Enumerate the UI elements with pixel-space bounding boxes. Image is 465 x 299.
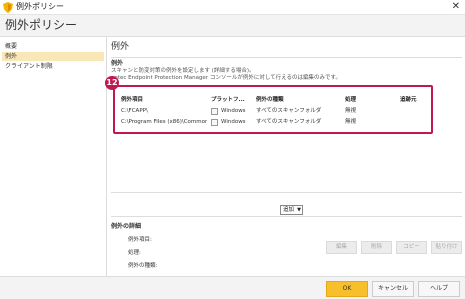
section-heading: 例外 — [111, 42, 130, 52]
ok-button[interactable]: OK — [326, 281, 368, 297]
window-titlebar: 例外ポリシー ✕ — [0, 0, 465, 15]
callout-badge: 12 — [105, 76, 119, 90]
dialog-header: 例外ポリシー — [0, 15, 465, 37]
divider — [111, 216, 462, 217]
cancel-button[interactable]: キャンセル — [372, 281, 414, 297]
add-select-value: 追加 — [283, 207, 295, 213]
close-icon[interactable]: ✕ — [452, 1, 460, 13]
window-title: 例外ポリシー — [16, 2, 64, 11]
details-heading: 例外の詳細 — [111, 223, 142, 230]
help-button[interactable]: ヘルプ — [418, 281, 460, 297]
detail-label-item: 例外項目: — [128, 237, 152, 243]
description-line-2: antec Endpoint Protection Manager コンソールが… — [111, 75, 341, 81]
add-select[interactable]: 追加 ▼ — [280, 205, 303, 215]
divider — [111, 57, 462, 58]
copy-button[interactable]: コピー — [396, 241, 427, 254]
chevron-down-icon: ▼ — [297, 207, 301, 213]
divider — [111, 192, 462, 193]
description-line-1: スキャンと防変対策の例外を設定します (詳細する場合)。 — [111, 68, 255, 74]
dialog-footer: OK キャンセル ヘルプ — [0, 276, 465, 299]
sidebar-item-overview[interactable]: 概要 — [2, 42, 104, 51]
detail-label-type: 例外の種類: — [128, 263, 158, 269]
sidebar-item-client-restrictions[interactable]: クライアント制限 — [2, 62, 104, 71]
page-title: 例外ポリシー — [5, 18, 78, 32]
main-panel: 例外 例外 スキャンと防変対策の例外を設定します (詳細する場合)。 antec… — [108, 37, 465, 276]
delete-button[interactable]: 削除 — [361, 241, 392, 254]
shield-icon — [3, 2, 13, 13]
highlight-frame — [113, 85, 433, 134]
edit-button[interactable]: 編集 — [326, 241, 357, 254]
detail-label-action: 処理: — [128, 250, 141, 256]
exceptions-subheading: 例外 — [111, 60, 124, 67]
paste-button[interactable]: 貼り付け — [431, 241, 462, 254]
sidebar: 概要 例外 クライアント制限 — [0, 37, 107, 276]
sidebar-item-exceptions[interactable]: 例外 — [2, 52, 104, 61]
